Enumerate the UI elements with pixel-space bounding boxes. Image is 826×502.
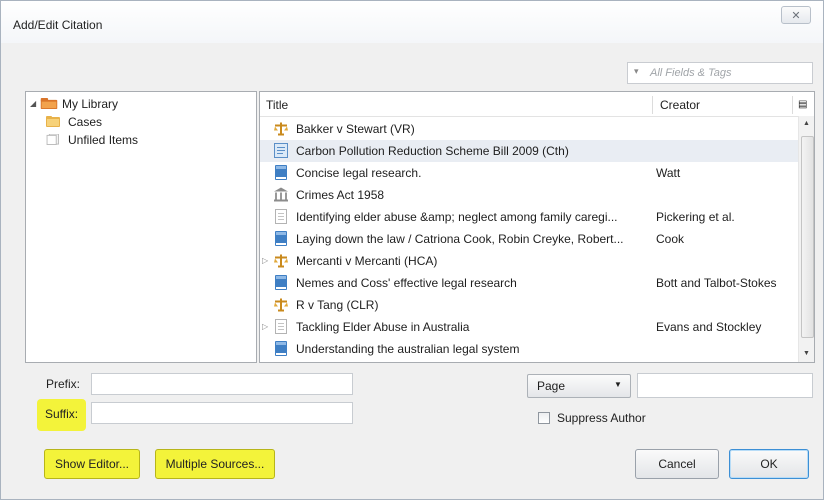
table-row[interactable]: Crimes Act 1958 [260, 184, 798, 206]
table-row[interactable]: ▷ Tackling Elder Abuse in Australia Evans … [260, 316, 798, 338]
item-creator: Evans and Stockley [656, 320, 762, 334]
prefix-label: Prefix: [46, 377, 81, 391]
item-title: Concise legal research. [296, 166, 422, 180]
item-title: Tackling Elder Abuse in Australia [296, 320, 470, 334]
magnifier-icon: ▾ [634, 66, 639, 76]
suppress-author-checkbox[interactable] [538, 412, 550, 424]
scroll-up-icon[interactable]: ▲ [803, 120, 810, 127]
table-row[interactable]: Bakker v Stewart (VR) [260, 118, 798, 140]
column-picker-icon[interactable]: ▤ [798, 92, 807, 116]
case-icon [274, 297, 288, 312]
case-icon [274, 253, 288, 268]
item-title: R v Tang (CLR) [296, 298, 379, 312]
table-row[interactable]: Laying down the law / Catriona Cook, Rob… [260, 228, 798, 250]
close-icon: ✕ [791, 10, 801, 22]
tree-item-label: Cases [68, 115, 103, 129]
column-header-title[interactable]: Title [266, 92, 288, 116]
folder-icon [46, 116, 60, 127]
table-row[interactable]: Concise legal research. Watt [260, 162, 798, 184]
table-row[interactable]: Understanding the australian legal syste… [260, 338, 798, 360]
item-creator: Pickering et al. [656, 210, 735, 224]
book-icon [274, 231, 288, 246]
suppress-author-label[interactable]: Suppress Author [557, 411, 646, 425]
column-separator[interactable] [792, 96, 793, 114]
item-title: Nemes and Coss' effective legal research [296, 276, 517, 290]
search-input[interactable]: ▾ All Fields & Tags [627, 62, 813, 84]
column-separator[interactable] [652, 96, 653, 114]
prefix-field[interactable] [91, 373, 353, 395]
item-creator: Watt [656, 166, 681, 180]
library-folder-icon [40, 98, 58, 109]
dialog-title: Add/Edit Citation [13, 18, 103, 32]
bill-icon [274, 143, 288, 158]
suffix-label: Suffix: [37, 399, 87, 431]
library-pane: ◢ My Library Cases Unfiled Items [25, 91, 257, 363]
item-title: Bakker v Stewart (VR) [296, 122, 415, 136]
close-button[interactable]: ✕ [781, 6, 811, 24]
add-edit-citation-dialog: Add/Edit Citation ✕ ▾ All Fields & Tags … [0, 0, 824, 500]
document-icon [274, 319, 288, 334]
suffix-field[interactable] [91, 402, 353, 424]
item-title: Understanding the australian legal syste… [296, 342, 520, 356]
tree-item-my-library[interactable]: ◢ My Library [30, 95, 254, 113]
cancel-button[interactable]: Cancel [635, 449, 719, 479]
locator-field[interactable] [637, 373, 813, 398]
case-icon [274, 121, 288, 136]
show-editor-button[interactable]: Show Editor... [44, 449, 140, 479]
statute-icon [274, 187, 288, 202]
row-expand-icon[interactable]: ▷ [262, 250, 268, 272]
item-title: Carbon Pollution Reduction Scheme Bill 2… [296, 144, 569, 158]
row-expand-icon[interactable]: ▷ [262, 316, 268, 338]
book-icon [274, 275, 288, 290]
table-row[interactable]: ▷ Mercanti v Mercanti (HCA) [260, 250, 798, 272]
table-row[interactable]: Nemes and Coss' effective legal research… [260, 272, 798, 294]
item-creator: Bott and Talbot-Stokes [656, 276, 777, 290]
book-icon [274, 165, 288, 180]
title-bar: Add/Edit Citation ✕ [1, 1, 823, 43]
ok-button[interactable]: OK [729, 449, 809, 479]
scroll-thumb[interactable] [801, 136, 814, 338]
locator-type-value: Page [537, 379, 566, 393]
item-title: Laying down the law / Catriona Cook, Rob… [296, 232, 624, 246]
items-pane: Title Creator ▤ Bakker v Stewart (VR) Car… [259, 91, 815, 363]
tree-item-label: Unfiled Items [68, 133, 139, 147]
column-header-creator[interactable]: Creator [660, 92, 700, 116]
table-row[interactable]: Identifying elder abuse &amp; neglect am… [260, 206, 798, 228]
unfiled-items-icon [46, 134, 59, 145]
item-title: Identifying elder abuse &amp; neglect am… [296, 210, 618, 224]
table-row[interactable]: Carbon Pollution Reduction Scheme Bill 2… [260, 140, 798, 162]
locator-type-select[interactable]: Page ▼ [527, 374, 631, 398]
table-row[interactable]: R v Tang (CLR) [260, 294, 798, 316]
tree-expand-icon[interactable]: ◢ [30, 95, 36, 113]
multiple-sources-button[interactable]: Multiple Sources... [155, 449, 275, 479]
scrollbar[interactable]: ▲ ▼ [798, 116, 814, 362]
scroll-down-icon[interactable]: ▼ [803, 350, 810, 357]
column-header-bar [260, 92, 814, 117]
search-placeholder: All Fields & Tags [650, 67, 732, 79]
book-icon [274, 341, 288, 356]
document-icon [274, 209, 288, 224]
item-creator: Cook [656, 232, 685, 246]
tree-item-cases[interactable]: Cases [46, 113, 246, 131]
tree-item-label: My Library [62, 97, 119, 111]
item-title: Mercanti v Mercanti (HCA) [296, 254, 438, 268]
tree-item-unfiled-items[interactable]: Unfiled Items [46, 131, 246, 149]
chevron-down-icon: ▼ [614, 380, 622, 389]
item-title: Crimes Act 1958 [296, 188, 385, 202]
